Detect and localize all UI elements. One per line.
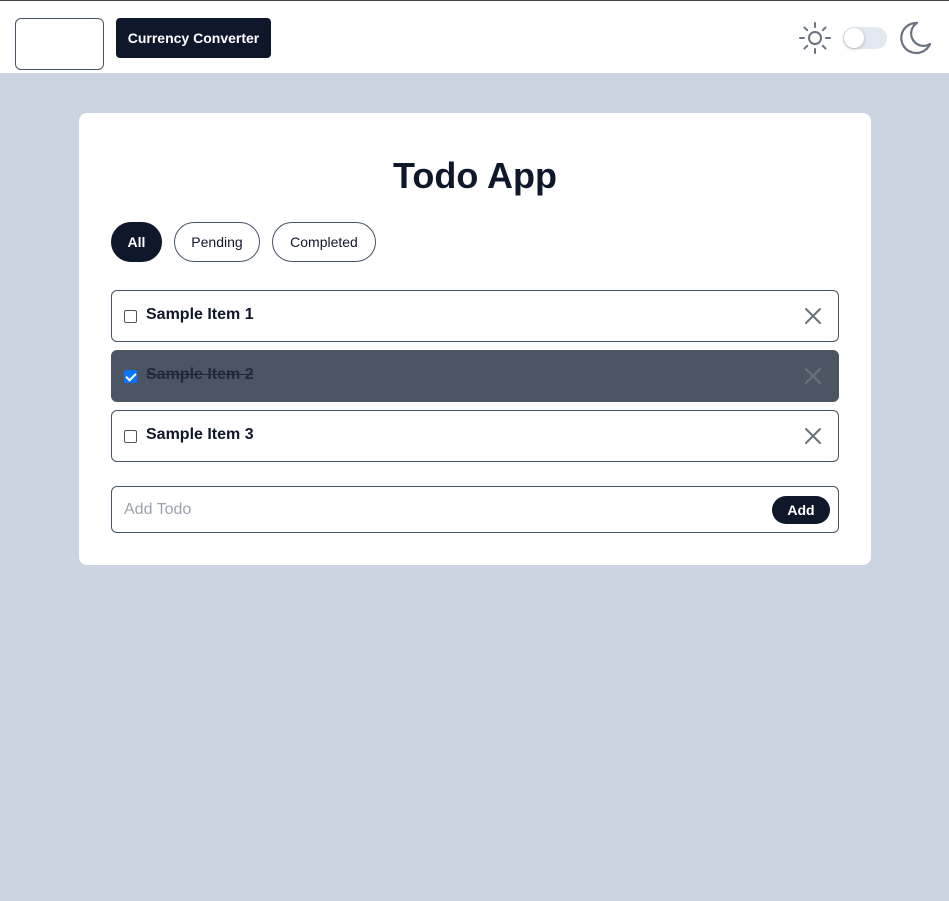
close-icon[interactable]: [802, 365, 824, 387]
todo-item: Sample Item 1: [111, 290, 839, 342]
todo-app-card: Todo App All Pending Completed Sample It…: [79, 113, 871, 565]
add-todo-form: Add: [111, 486, 839, 533]
todo-checkbox[interactable]: [124, 370, 137, 383]
add-todo-button[interactable]: Add: [772, 496, 830, 524]
filter-all-button[interactable]: All: [111, 222, 162, 262]
sun-icon: [799, 22, 831, 54]
currency-converter-nav-button[interactable]: Currency Converter: [116, 18, 271, 58]
add-todo-input[interactable]: [124, 499, 764, 521]
todo-label: Sample Item 3: [146, 426, 254, 443]
todo-list-nav-button[interactable]: Todo List: [15, 18, 104, 70]
todo-checkbox[interactable]: [124, 430, 137, 443]
top-navbar: Todo List Currency Converter: [0, 0, 949, 73]
todo-checkbox[interactable]: [124, 310, 137, 323]
todo-item-completed: Sample Item 2: [111, 350, 839, 402]
filter-pending-button[interactable]: Pending: [174, 222, 260, 262]
todo-label: Sample Item 2: [146, 366, 254, 383]
toggle-knob: [844, 28, 864, 48]
dark-mode-toggle[interactable]: [843, 27, 887, 49]
page-title: Todo App: [393, 155, 557, 196]
moon-icon: [900, 21, 932, 55]
close-icon[interactable]: [802, 305, 824, 327]
close-icon[interactable]: [802, 425, 824, 447]
todo-item: Sample Item 3: [111, 410, 839, 462]
todo-label: Sample Item 1: [146, 306, 254, 323]
filter-completed-button[interactable]: Completed: [272, 222, 376, 262]
